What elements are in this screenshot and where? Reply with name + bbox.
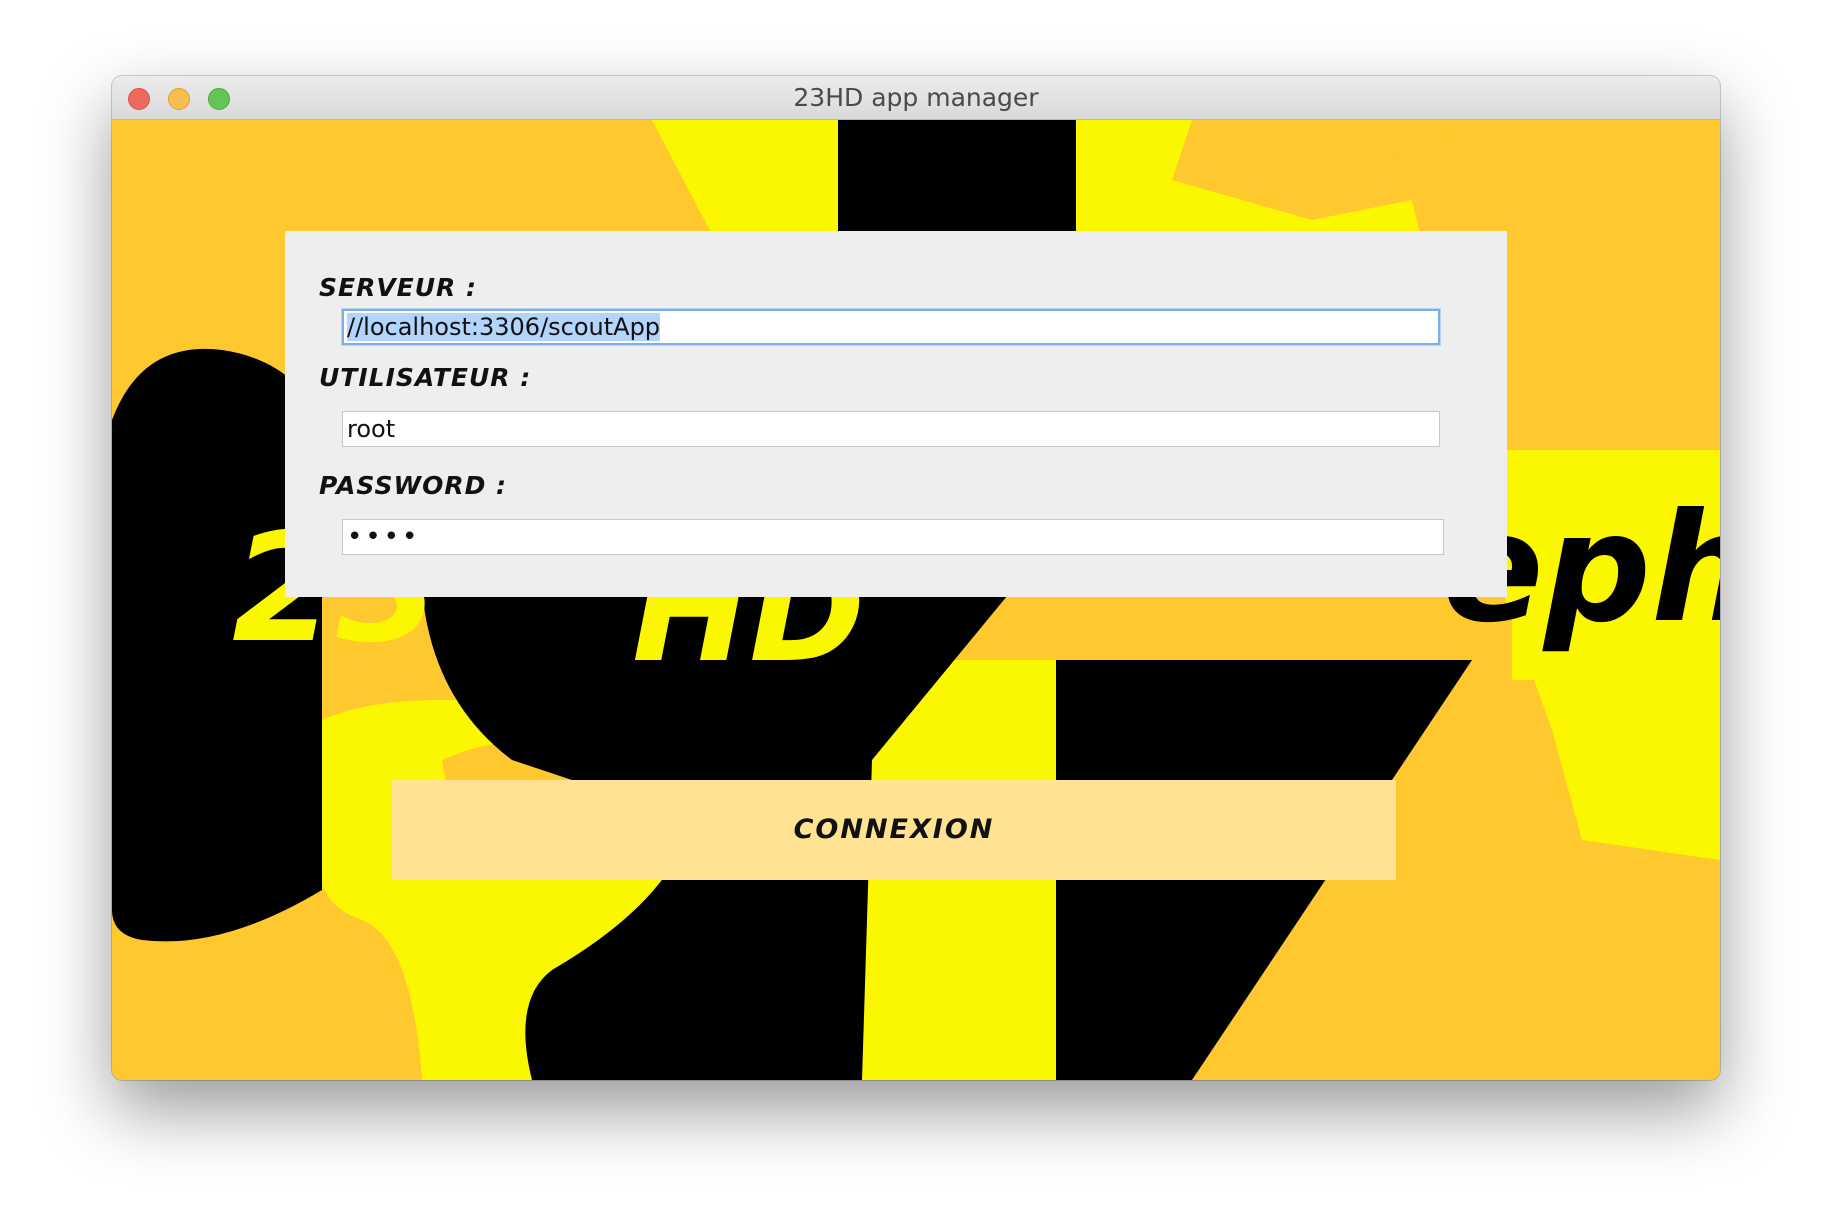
password-input-value: •••• bbox=[347, 522, 421, 552]
user-input[interactable]: root bbox=[342, 411, 1440, 447]
title-bar[interactable]: 23HD app manager bbox=[112, 76, 1720, 120]
connexion-button[interactable]: CONNEXION bbox=[392, 780, 1396, 880]
window-content: 23 HD eph SERVEUR : //localhost:3306/sco… bbox=[112, 120, 1720, 1080]
login-panel: SERVEUR : //localhost:3306/scoutApp UTIL… bbox=[285, 231, 1507, 597]
server-input[interactable]: //localhost:3306/scoutApp bbox=[342, 309, 1440, 345]
password-label: PASSWORD : bbox=[319, 471, 508, 500]
user-label: UTILISATEUR : bbox=[319, 363, 532, 392]
server-input-value: //localhost:3306/scoutApp bbox=[347, 313, 661, 341]
app-window: 23HD app manager 23 HD eph SERVEUR : //l… bbox=[112, 76, 1720, 1080]
background-shape bbox=[838, 120, 1076, 235]
user-input-value: root bbox=[347, 415, 396, 443]
password-input[interactable]: •••• bbox=[342, 519, 1444, 555]
window-title: 23HD app manager bbox=[793, 83, 1039, 112]
server-label: SERVEUR : bbox=[319, 273, 478, 302]
